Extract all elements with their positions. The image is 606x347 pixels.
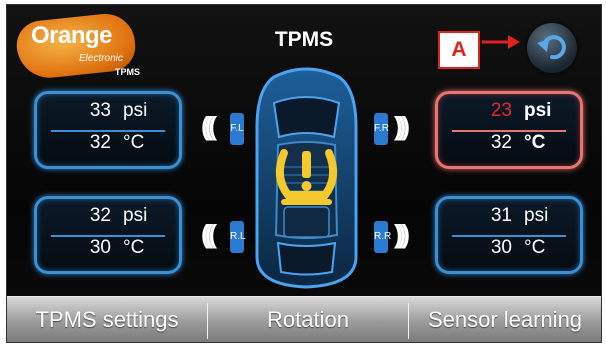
temperature-unit: °C xyxy=(123,237,145,258)
tpms-screen: Orange Electronic TPMS TPMS A 33 psi 32 xyxy=(6,4,602,343)
logo-sub-electronic: Electronic xyxy=(79,53,123,64)
temperature-value: 32 xyxy=(490,132,512,153)
wheel-label-rear-left: R.L xyxy=(230,221,246,253)
annotation-label: A xyxy=(438,31,480,69)
car-top-view-icon xyxy=(255,67,358,289)
signal-waves-icon: ))) xyxy=(394,219,410,249)
pressure-value: 31 xyxy=(490,205,512,226)
wheel-label-front-left: F.L xyxy=(230,113,244,145)
pressure-value: 33 xyxy=(89,100,111,121)
wheel-label-front-right: F.R xyxy=(374,113,389,145)
temperature-row: 32 °C xyxy=(37,132,179,162)
temperature-row: 30 °C xyxy=(37,237,179,267)
temperature-unit: °C xyxy=(524,237,546,258)
screenshot: Orange Electronic TPMS TPMS A 33 psi 32 xyxy=(0,0,606,347)
temperature-row: 30 °C xyxy=(438,237,580,267)
pressure-unit: psi xyxy=(524,205,549,226)
pressure-value: 32 xyxy=(89,205,111,226)
logo-sub-tpms: TPMS xyxy=(115,67,141,77)
tire-box-front-left[interactable]: 33 psi 32 °C xyxy=(34,91,182,169)
signal-waves-icon: ))) xyxy=(394,111,410,141)
tire-box-front-right[interactable]: 23 psi 32 °C xyxy=(435,91,583,169)
signal-waves-icon: ((( xyxy=(201,219,217,249)
temperature-row: 32 °C xyxy=(438,132,580,162)
pressure-row: 23 psi xyxy=(438,100,580,130)
signal-waves-icon: ((( xyxy=(201,111,217,141)
pressure-row: 32 psi xyxy=(37,205,179,235)
pressure-unit: psi xyxy=(123,100,148,121)
pressure-row: 33 psi xyxy=(37,100,179,130)
temperature-value: 30 xyxy=(490,237,512,258)
back-button[interactable] xyxy=(527,23,577,73)
pressure-unit: psi xyxy=(123,205,148,226)
sensor-learning-button[interactable]: Sensor learning xyxy=(409,297,601,342)
pressure-row: 31 psi xyxy=(438,205,580,235)
tpms-settings-button[interactable]: TPMS settings xyxy=(7,297,207,342)
temperature-unit: °C xyxy=(123,132,145,153)
back-arrow-icon xyxy=(537,35,566,60)
tire-box-rear-right[interactable]: 31 psi 30 °C xyxy=(435,196,583,274)
temperature-value: 32 xyxy=(89,132,111,153)
pressure-value: 23 xyxy=(490,100,512,121)
bottom-menu-bar: TPMS settings Rotation Sensor learning xyxy=(7,296,601,342)
temperature-unit: °C xyxy=(524,132,546,153)
rotation-button[interactable]: Rotation xyxy=(208,297,408,342)
tire-box-rear-left[interactable]: 32 psi 30 °C xyxy=(34,196,182,274)
wheel-label-rear-right: R.R xyxy=(374,221,391,253)
temperature-value: 30 xyxy=(89,237,111,258)
annotation-arrow-icon xyxy=(482,35,520,49)
pressure-unit: psi xyxy=(524,100,552,121)
